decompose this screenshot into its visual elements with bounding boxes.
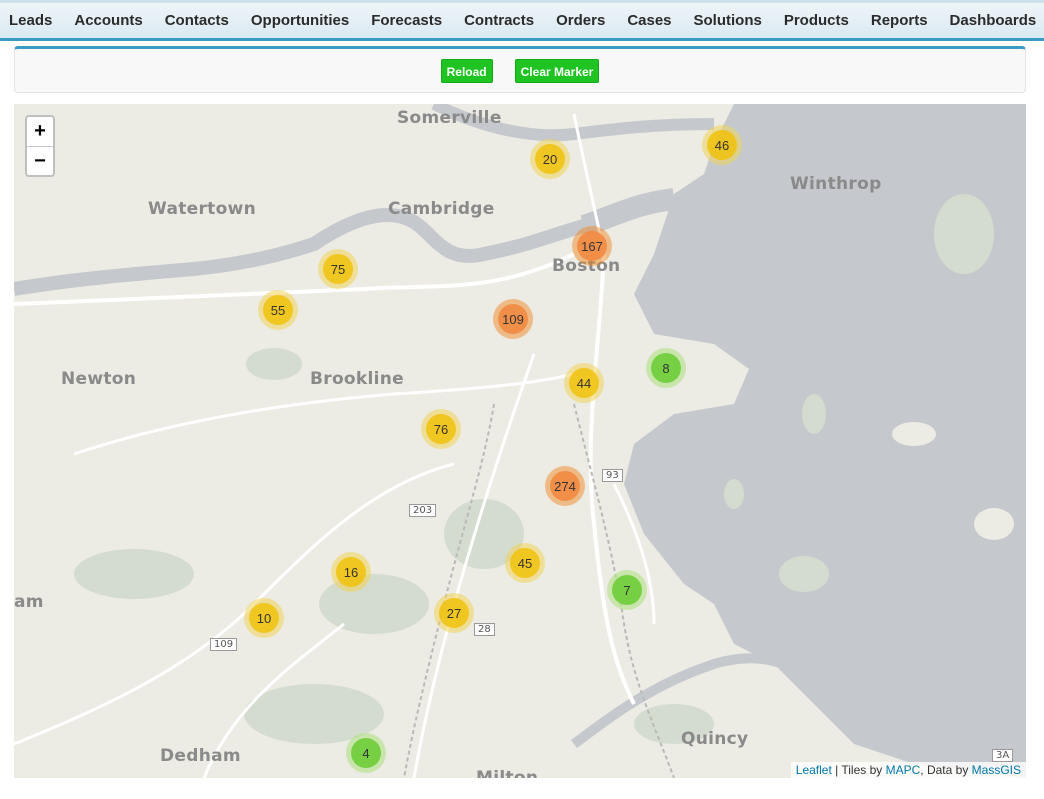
place-label-brookline: Brookline [310,369,404,389]
nav-contracts[interactable]: Contracts [453,3,545,38]
nav-accounts[interactable]: Accounts [63,3,153,38]
place-label-winthrop: Winthrop [790,174,882,194]
marker-cluster[interactable]: 55 [258,290,298,330]
marker-cluster[interactable]: 76 [421,409,461,449]
map-view[interactable]: Somerville Watertown Cambridge Winthrop … [14,104,1026,778]
place-label-milton: Milton [476,768,539,778]
place-label-watertown: Watertown [148,199,256,219]
place-label-somerville: Somerville [397,108,502,128]
marker-cluster[interactable]: 20 [530,139,570,179]
nav-products[interactable]: Products [773,3,860,38]
route-shield-93: 93 [602,469,623,482]
nav-solutions[interactable]: Solutions [683,3,773,38]
place-label-dedham: Dedham [160,746,241,766]
place-label-quincy: Quincy [681,729,749,749]
nav-orders[interactable]: Orders [545,3,616,38]
marker-cluster[interactable]: 44 [564,363,604,403]
mapc-link[interactable]: MAPC [886,763,921,777]
route-shield-203: 203 [409,504,437,517]
attribution-text: , Data by [920,763,972,777]
nav-reports[interactable]: Reports [860,3,939,38]
zoom-out-button[interactable]: − [27,146,53,175]
marker-cluster[interactable]: 46 [702,125,742,165]
nav-cases[interactable]: Cases [616,3,682,38]
marker-cluster[interactable]: 109 [493,299,533,339]
marker-cluster[interactable]: 167 [572,226,612,266]
leaflet-link[interactable]: Leaflet [796,763,832,777]
place-label-cambridge: Cambridge [388,199,495,219]
marker-cluster[interactable]: 274 [545,466,585,506]
map-attribution: Leaflet | Tiles by MAPC, Data by MassGIS [790,762,1026,778]
clear-marker-button[interactable]: Clear Marker [514,59,600,83]
marker-cluster[interactable]: 75 [318,249,358,289]
top-navigation: Leads Accounts Contacts Opportunities Fo… [0,0,1044,41]
nav-contacts[interactable]: Contacts [154,3,240,38]
marker-cluster[interactable]: 4 [346,733,386,773]
nav-opportunities[interactable]: Opportunities [240,3,360,38]
route-shield-28: 28 [474,623,495,636]
nav-forecasts[interactable]: Forecasts [360,3,453,38]
route-shield-3a: 3A [992,749,1014,762]
place-label-newton-edge: am [14,592,44,612]
marker-cluster[interactable]: 27 [434,593,474,633]
marker-cluster[interactable]: 7 [607,570,647,610]
marker-cluster[interactable]: 16 [331,552,371,592]
attribution-text: | Tiles by [831,763,886,777]
marker-cluster[interactable]: 10 [244,598,284,638]
route-shield-109: 109 [210,638,238,651]
marker-cluster[interactable]: 8 [646,348,686,388]
zoom-control: + − [25,115,55,177]
massgis-link[interactable]: MassGIS [972,763,1021,777]
place-label-newton: Newton [61,369,137,389]
nav-dashboards[interactable]: Dashboards [939,3,1044,38]
zoom-in-button[interactable]: + [27,117,53,146]
map-toolbar: Reload Clear Marker [14,46,1026,93]
marker-cluster[interactable]: 45 [505,543,545,583]
reload-button[interactable]: Reload [440,59,493,83]
nav-leads[interactable]: Leads [0,3,63,38]
